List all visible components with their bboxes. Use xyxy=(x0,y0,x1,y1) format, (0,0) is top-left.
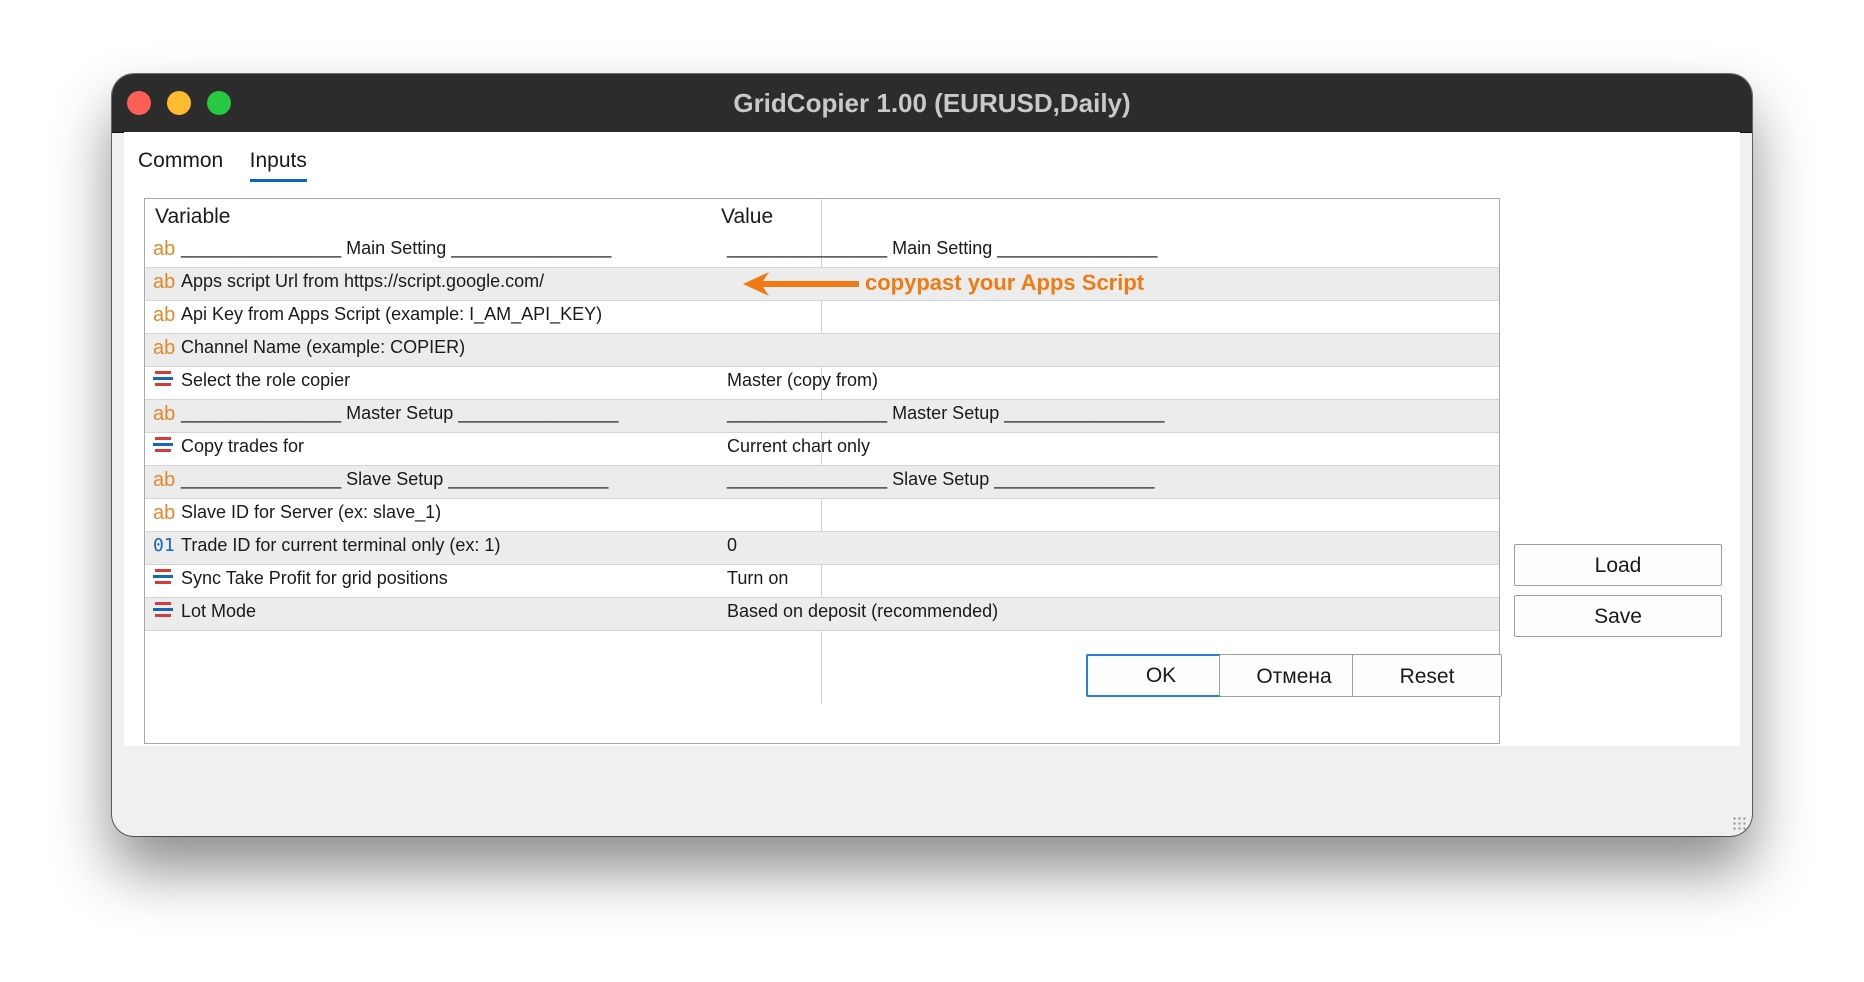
tab-inputs[interactable]: Inputs xyxy=(249,149,307,182)
enum-list-icon xyxy=(153,369,177,395)
string-type-icon: ab xyxy=(153,502,176,524)
row-variable-name: Sync Take Profit for grid positions xyxy=(181,568,448,588)
table-row[interactable]: ab ________________ Main Setting ________… xyxy=(145,235,1499,268)
column-header-variable[interactable]: Variable xyxy=(155,205,231,229)
row-variable-name: ________________ Master Setup __________… xyxy=(181,403,619,423)
table-row[interactable]: ab ________________ Slave Setup _________… xyxy=(145,466,1499,499)
table-row[interactable]: Select the role copier Master (copy from) xyxy=(145,367,1499,400)
integer-type-icon: 01 xyxy=(153,535,175,556)
enum-list-icon xyxy=(153,435,177,461)
string-type-icon: ab xyxy=(153,469,176,491)
load-button[interactable]: Load xyxy=(1514,544,1722,586)
row-value[interactable]: ________________ Main Setting __________… xyxy=(727,238,1157,259)
enum-list-icon xyxy=(153,567,177,593)
cancel-button[interactable]: Отмена xyxy=(1219,654,1369,697)
row-variable-name: Api Key from Apps Script (example: I_AM_… xyxy=(181,304,603,324)
table-row[interactable]: ab ________________ Master Setup ________… xyxy=(145,400,1499,433)
table-row[interactable]: ab Channel Name (example: COPIER) xyxy=(145,334,1499,367)
window-title: GridCopier 1.00 (EURUSD,Daily) xyxy=(733,88,1131,118)
save-button-label: Save xyxy=(1594,605,1642,628)
string-type-icon: ab xyxy=(153,403,176,425)
load-button-label: Load xyxy=(1594,554,1642,577)
tab-bar: Common Inputs xyxy=(138,149,329,189)
table-row[interactable]: Copy trades for Current chart only xyxy=(145,433,1499,466)
resize-grip-icon[interactable] xyxy=(1732,816,1746,830)
table-row[interactable]: Sync Take Profit for grid positions Turn … xyxy=(145,565,1499,598)
title-bar[interactable]: GridCopier 1.00 (EURUSD,Daily) xyxy=(112,74,1752,133)
row-variable-name: Slave ID for Server (ex: slave_1) xyxy=(181,502,442,522)
row-value[interactable]: ________________ Master Setup __________… xyxy=(727,403,1164,424)
table-row[interactable]: Lot Mode Based on deposit (recommended) xyxy=(145,598,1499,631)
row-variable-name: Lot Mode xyxy=(181,601,257,621)
row-variable-name: Trade ID for current terminal only (ex: … xyxy=(181,535,501,555)
row-value[interactable]: 0 xyxy=(727,535,737,556)
table-row[interactable]: 01 Trade ID for current terminal only (ex… xyxy=(145,532,1499,565)
string-type-icon: ab xyxy=(153,337,176,359)
arrow-left-icon xyxy=(743,272,859,296)
tab-common[interactable]: Common xyxy=(138,149,223,179)
save-button[interactable]: Save xyxy=(1514,595,1722,637)
table-row[interactable]: ab Apps script Url from https://script.go… xyxy=(145,268,1499,301)
table-row[interactable]: ab Api Key from Apps Script (example: I_A… xyxy=(145,301,1499,334)
string-type-icon: ab xyxy=(153,271,176,293)
enum-list-icon xyxy=(153,600,177,626)
row-value[interactable]: ________________ Slave Setup ___________… xyxy=(727,469,1154,490)
row-variable-name: Select the role copier xyxy=(181,370,351,390)
row-value[interactable]: Master (copy from) xyxy=(727,370,878,391)
row-variable-name: ________________ Slave Setup ___________… xyxy=(181,469,609,489)
string-type-icon: ab xyxy=(153,238,176,260)
table-header: Variable Value xyxy=(145,199,1499,237)
string-type-icon: ab xyxy=(153,304,176,326)
row-value[interactable]: Based on deposit (recommended) xyxy=(727,601,998,622)
row-variable-name: ________________ Main Setting __________… xyxy=(181,238,612,258)
reset-button[interactable]: Reset xyxy=(1352,654,1502,697)
column-header-value[interactable]: Value xyxy=(721,205,773,229)
table-row[interactable]: ab Slave ID for Server (ex: slave_1) xyxy=(145,499,1499,532)
ok-button[interactable]: OK xyxy=(1086,654,1236,697)
row-value[interactable]: Turn on xyxy=(727,568,788,589)
dialog-window: GridCopier 1.00 (EURUSD,Daily) Common In… xyxy=(112,74,1752,836)
row-variable-name: Channel Name (example: COPIER) xyxy=(181,337,466,357)
annotation-text: copypast your Apps Script xyxy=(865,270,1145,295)
row-variable-name: Copy trades for xyxy=(181,436,305,456)
row-variable-name: Apps script Url from https://script.goog… xyxy=(181,271,545,291)
row-value[interactable]: Current chart only xyxy=(727,436,870,457)
